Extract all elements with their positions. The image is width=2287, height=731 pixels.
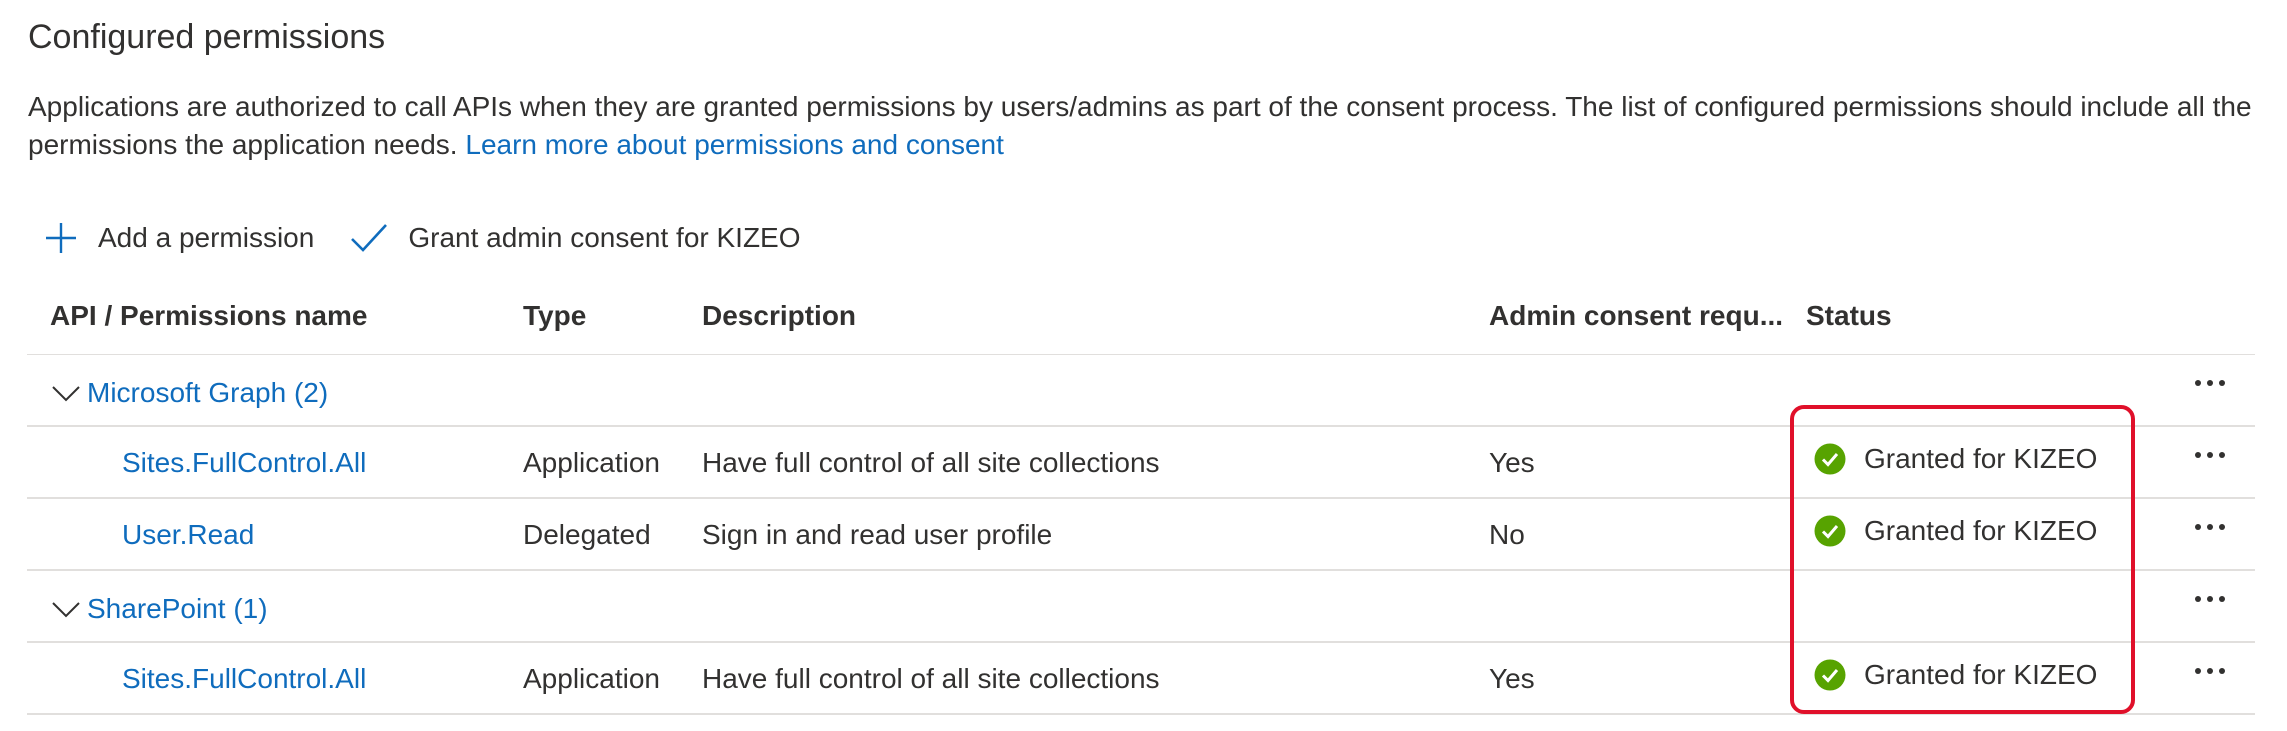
description-text: Applications are authorized to call APIs… <box>28 91 2252 160</box>
permission-type: Application <box>523 663 660 694</box>
permission-name-link[interactable]: Sites.FullControl.All <box>122 663 366 695</box>
group-label: Microsoft Graph (2) <box>87 377 329 408</box>
permission-type: Delegated <box>523 519 651 550</box>
more-ellipsis-icon <box>2195 524 2201 530</box>
learn-more-link[interactable]: Learn more about permissions and consent <box>465 129 1004 160</box>
column-header-type[interactable]: Type <box>523 300 586 332</box>
more-ellipsis-icon <box>2195 452 2201 458</box>
table-header: API / Permissions name Type Description … <box>27 292 2255 355</box>
grant-admin-consent-label: Grant admin consent for KIZEO <box>408 222 801 253</box>
toolbar: Add a permission Grant admin consent for… <box>44 213 801 263</box>
page-title: Configured permissions <box>28 18 386 56</box>
admin-consent-value: No <box>1489 519 1525 550</box>
group-toggle-sharepoint[interactable]: SharePoint (1) <box>51 593 268 625</box>
permission-description: Have full control of all site collection… <box>702 447 1160 478</box>
group-toggle-microsoft-graph[interactable]: Microsoft Graph (2) <box>51 377 328 409</box>
plus-icon <box>44 221 78 255</box>
more-actions-button[interactable] <box>2195 668 2225 674</box>
column-header-api-name[interactable]: API / Permissions name <box>50 300 367 332</box>
status-highlight-annotation <box>1790 405 2135 714</box>
more-actions-button[interactable] <box>2195 452 2225 458</box>
column-header-description[interactable]: Description <box>702 300 856 332</box>
more-actions-button[interactable] <box>2195 524 2225 530</box>
more-ellipsis-icon <box>2195 596 2201 602</box>
column-header-status[interactable]: Status <box>1806 300 1892 332</box>
add-permission-label: Add a permission <box>98 222 315 253</box>
page-description: Applications are authorized to call APIs… <box>28 88 2258 164</box>
permission-name-link[interactable]: User.Read <box>122 519 254 551</box>
permission-name-link[interactable]: Sites.FullControl.All <box>122 447 366 479</box>
checkmark-icon <box>350 221 388 255</box>
admin-consent-value: Yes <box>1489 663 1535 694</box>
permission-description: Have full control of all site collection… <box>702 663 1160 694</box>
more-ellipsis-icon <box>2195 380 2201 386</box>
more-actions-button[interactable] <box>2195 380 2225 386</box>
admin-consent-value: Yes <box>1489 447 1535 478</box>
group-label: SharePoint (1) <box>87 593 268 624</box>
chevron-down-icon <box>52 602 80 618</box>
add-permission-button[interactable]: Add a permission <box>44 221 314 255</box>
grant-admin-consent-button[interactable]: Grant admin consent for KIZEO <box>350 221 801 255</box>
more-actions-button[interactable] <box>2195 596 2225 602</box>
more-ellipsis-icon <box>2195 668 2201 674</box>
permission-type: Application <box>523 447 660 478</box>
column-header-admin-consent[interactable]: Admin consent requ... <box>1489 300 1783 332</box>
chevron-down-icon <box>52 386 80 402</box>
permission-description: Sign in and read user profile <box>702 519 1053 550</box>
